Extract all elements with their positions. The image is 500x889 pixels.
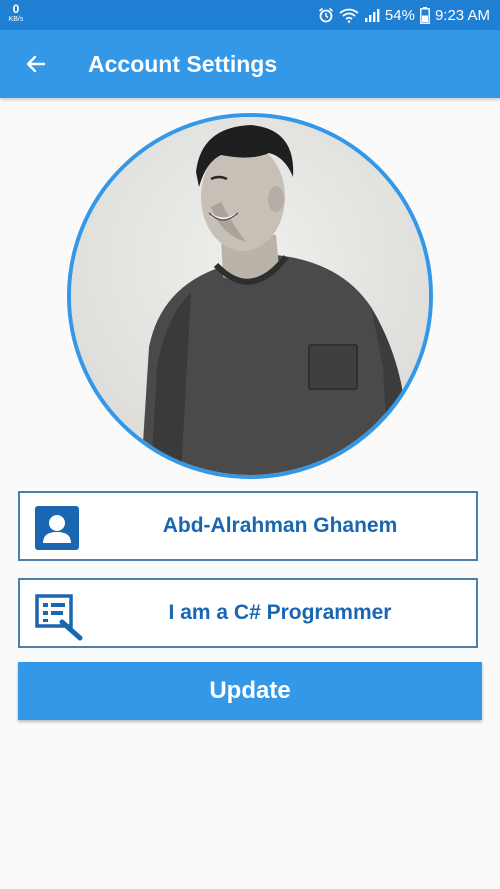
signal-icon — [364, 9, 380, 22]
status-bar: 0 KB/s 54% 9:23 AM — [0, 0, 500, 30]
clock: 9:23 AM — [434, 6, 490, 24]
bio-field-value: I am a C# Programmer — [168, 601, 392, 624]
edit-form-icon — [34, 592, 83, 641]
update-button[interactable]: Update — [18, 662, 482, 720]
name-field-value: Abd-Alrahman Ghanem — [162, 514, 398, 537]
network-speed: 0 KB/s — [6, 3, 26, 23]
bio-field[interactable]: I am a C# Programmer — [18, 578, 478, 648]
back-button[interactable] — [16, 44, 56, 84]
name-field[interactable]: Abd-Alrahman Ghanem — [18, 491, 478, 561]
battery-icon — [420, 6, 430, 24]
app-bar: Account Settings — [0, 30, 500, 98]
person-icon — [34, 505, 80, 551]
profile-photo — [71, 117, 429, 475]
arrow-left-icon — [26, 55, 46, 73]
battery-percent: 54% — [384, 6, 415, 24]
profile-avatar[interactable] — [67, 113, 433, 479]
wifi-icon — [339, 8, 359, 23]
network-speed-value: 0 — [12, 2, 20, 16]
network-speed-unit: KB/s — [8, 16, 24, 23]
alarm-icon — [318, 7, 333, 23]
status-icons: 54% 9:23 AM — [318, 0, 490, 30]
page-title: Account Settings — [88, 51, 278, 77]
